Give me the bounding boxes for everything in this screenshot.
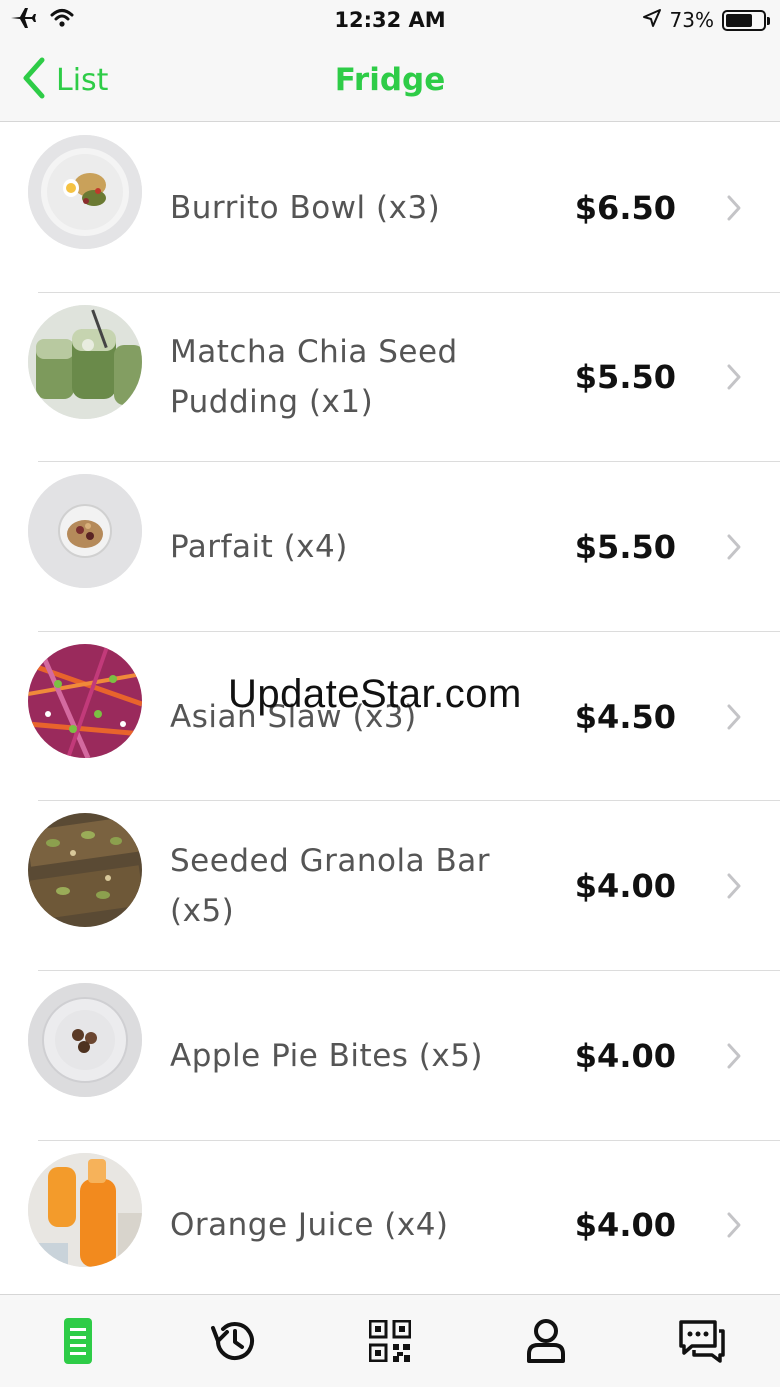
qr-code-icon	[369, 1320, 411, 1362]
chevron-right-icon	[727, 364, 741, 390]
list-item[interactable]: Matcha Chia Seed Pudding (x1) $5.50	[0, 293, 780, 463]
chevron-right-icon	[727, 1212, 741, 1238]
battery-level-fill	[726, 13, 753, 27]
list-item[interactable]: Asian Slaw (x3) $4.50	[0, 632, 780, 802]
status-bar: 12:32 AM 73%	[0, 0, 780, 40]
chevron-right-icon	[727, 1043, 741, 1069]
burrito-bowl-image	[28, 135, 142, 249]
location-arrow-icon	[642, 8, 662, 32]
item-name: Asian Slaw (x3)	[170, 698, 417, 735]
tab-fridge-list[interactable]	[0, 1295, 156, 1387]
fridge-item-list: Burrito Bowl (x3) $6.50 Matcha Chia Seed…	[0, 123, 780, 1293]
page-title: Fridge	[334, 62, 446, 98]
battery-percent: 73%	[669, 8, 714, 32]
item-name: Burrito Bowl (x3)	[170, 189, 441, 226]
asian-slaw-image	[28, 643, 142, 758]
profile-icon	[527, 1319, 565, 1363]
item-name: Apple Pie Bites (x5)	[170, 1037, 484, 1074]
matcha-chia-pudding-image	[28, 304, 142, 419]
item-name: Parfait (x4)	[170, 528, 348, 565]
chevron-right-icon	[727, 704, 741, 730]
item-price: $6.50	[574, 188, 676, 227]
item-name: Orange Juice (x4)	[170, 1207, 449, 1244]
navigation-bar: List Fridge	[0, 40, 780, 122]
status-right: 73%	[642, 6, 770, 34]
item-name: Seeded Granola Bar (x5)	[170, 843, 490, 930]
item-price: $4.00	[574, 867, 676, 906]
history-icon	[211, 1322, 254, 1361]
list-item[interactable]: Seeded Granola Bar (x5) $4.00	[0, 801, 780, 971]
tab-qr-code[interactable]	[312, 1295, 468, 1387]
chevron-right-icon	[727, 534, 741, 560]
apple-pie-bites-image	[28, 982, 142, 1097]
tab-chat[interactable]	[624, 1295, 780, 1387]
item-price: $5.50	[574, 358, 676, 397]
tab-bar	[0, 1294, 780, 1387]
chat-icon	[679, 1320, 725, 1363]
item-price: $4.50	[574, 697, 676, 736]
item-price: $4.00	[574, 1206, 676, 1245]
chevron-right-icon	[727, 195, 741, 221]
item-name: Matcha Chia Seed Pudding (x1)	[170, 334, 458, 421]
tab-profile[interactable]	[468, 1295, 624, 1387]
list-item[interactable]: Parfait (x4) $5.50	[0, 462, 780, 632]
battery-icon	[722, 9, 770, 31]
item-price: $5.50	[574, 527, 676, 566]
tab-history[interactable]	[156, 1295, 312, 1387]
orange-juice-image	[28, 1152, 142, 1267]
list-item[interactable]: Orange Juice (x4) $4.00	[0, 1141, 780, 1293]
chevron-right-icon	[727, 873, 741, 899]
granola-bar-image	[28, 813, 142, 928]
item-price: $4.00	[574, 1036, 676, 1075]
parfait-image	[28, 474, 142, 589]
list-item[interactable]: Burrito Bowl (x3) $6.50	[0, 123, 780, 293]
fridge-list-icon	[64, 1318, 92, 1364]
list-item[interactable]: Apple Pie Bites (x5) $4.00	[0, 971, 780, 1141]
